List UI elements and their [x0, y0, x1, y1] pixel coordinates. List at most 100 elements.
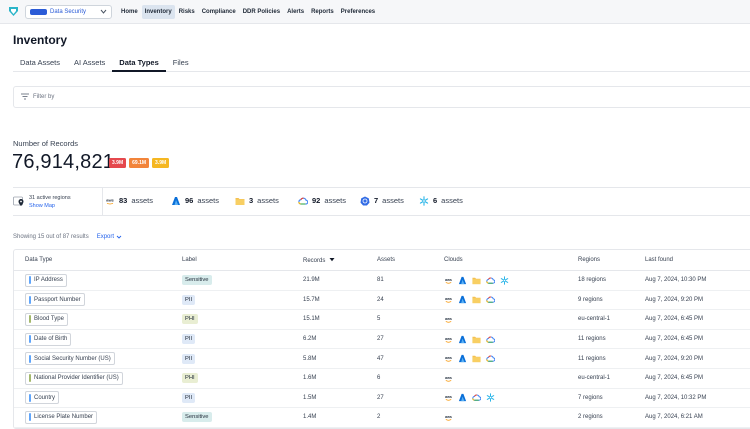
clouds-cell: aws — [444, 295, 495, 304]
table-row[interactable]: Country PII 1.5M 27 aws 7 regions Aug 7, 2024,… — [14, 389, 750, 409]
azure-icon — [171, 196, 181, 206]
data-type-cell: Social Security Number (US) — [25, 352, 115, 366]
label-cell: PII — [182, 334, 196, 345]
tab-ai-assets[interactable]: AI Assets — [67, 52, 112, 72]
nav-item-reports[interactable]: Reports — [308, 5, 337, 19]
records-value: 76,914,821 — [12, 151, 115, 173]
regions-cell: eu-central-1 — [578, 375, 611, 382]
filter-bar[interactable]: Filter by — [13, 86, 750, 108]
column-header-assets[interactable]: Assets — [377, 257, 395, 263]
clouds-cell: aws — [444, 315, 453, 324]
label-badge: Sensitive — [182, 412, 212, 423]
gcp-icon — [472, 393, 481, 402]
aws-icon: aws — [444, 413, 453, 422]
column-header-records[interactable]: Records — [303, 257, 335, 264]
azure-icon — [458, 295, 467, 304]
show-map-link[interactable]: Show Map — [29, 203, 71, 209]
label-cell: PII — [182, 392, 196, 403]
aws-icon: aws — [444, 335, 453, 344]
data-type-cell: Date of Birth — [25, 332, 72, 346]
stat-unit: assets — [131, 196, 154, 205]
label-cell: PHI — [182, 373, 198, 384]
map-pin-icon — [13, 195, 25, 209]
top-nav: Data Security Home Inventory Risks Complian… — [0, 0, 750, 24]
nav-item-home[interactable]: Home — [118, 5, 141, 19]
data-type-name: License Plate Number — [34, 414, 94, 421]
tab-data-types[interactable]: Data Types — [112, 52, 166, 72]
column-header-regions[interactable]: Regions — [578, 257, 600, 263]
data-type-chip[interactable]: Country — [25, 391, 60, 405]
tab-data-assets[interactable]: Data Assets — [13, 52, 67, 72]
stat-gcp: 92 assets — [298, 196, 346, 206]
regions-cell: 9 regions — [578, 296, 603, 303]
aws-icon: aws — [105, 196, 115, 206]
tab-files[interactable]: Files — [166, 52, 196, 72]
data-type-chip[interactable]: IP Address — [25, 273, 67, 287]
table-row[interactable]: Blood Type PHI 15.1M 5 aws eu-central-1 Aug 7,… — [14, 310, 750, 330]
data-type-color-bar — [29, 295, 31, 304]
label-badge: PII — [182, 392, 196, 403]
label-badge: PII — [182, 334, 196, 345]
azure-icon — [458, 354, 467, 363]
table-row[interactable]: License Plate Number Sensitive 1.4M 2 aws 2 r… — [14, 408, 750, 428]
nav-item-alerts[interactable]: Alerts — [284, 5, 307, 19]
data-type-chip[interactable]: National Provider Identifier (US) — [25, 371, 123, 385]
org-selector[interactable]: Data Security — [25, 4, 112, 19]
table-row[interactable]: Date of Birth PII 6.2M 27 aws 11 regions Aug 7… — [14, 330, 750, 350]
export-button[interactable]: Export — [97, 234, 122, 240]
svg-text:aws: aws — [445, 278, 452, 282]
table-row[interactable]: National Provider Identifier (US) PHI 1.6M… — [14, 369, 750, 389]
aws-icon: aws — [444, 295, 453, 304]
column-header-last-found[interactable]: Last found — [645, 257, 673, 263]
stat-unit: assets — [197, 196, 220, 205]
nav-item-inventory[interactable]: Inventory — [141, 4, 175, 19]
nav-item-preferences[interactable]: Preferences — [338, 5, 378, 19]
data-type-color-bar — [29, 276, 31, 285]
data-type-color-bar — [29, 374, 31, 383]
table-row[interactable]: Passport Number PII 15.7M 24 aws 9 regions Aug… — [14, 291, 750, 311]
org-logo-icon — [30, 8, 47, 15]
data-types-table: Data Type Label Records Assets Clouds Regions… — [13, 249, 750, 429]
assets-cell: 6 — [377, 375, 381, 382]
nav-menu: Home Inventory Risks Compliance DDR Policies… — [118, 4, 378, 19]
chevron-down-icon — [99, 8, 107, 16]
kubernetes-icon — [360, 196, 370, 206]
data-type-name: IP Address — [34, 277, 63, 284]
data-type-chip[interactable]: Passport Number — [25, 293, 85, 307]
label-badge: PHI — [182, 314, 198, 325]
data-type-chip[interactable]: License Plate Number — [25, 410, 98, 424]
label-badge: PII — [182, 294, 196, 305]
data-type-name: National Provider Identifier (US) — [34, 375, 119, 382]
data-type-chip[interactable]: Blood Type — [25, 312, 68, 326]
assets-cell: 27 — [377, 394, 384, 401]
assets-cell: 2 — [377, 414, 381, 421]
gcp-icon — [486, 335, 495, 344]
folder-icon — [472, 295, 481, 304]
clouds-cell: aws — [444, 413, 453, 422]
clouds-cell: aws — [444, 335, 495, 344]
data-type-cell: License Plate Number — [25, 410, 98, 424]
table-row[interactable]: IP Address Sensitive 21.9M 81 aws 18 regions A… — [14, 271, 750, 291]
stat-kubernetes: 7 assets — [360, 196, 404, 206]
gcp-icon — [298, 196, 308, 206]
column-header-clouds[interactable]: Clouds — [444, 257, 463, 263]
severity-badge: 3.9M — [109, 158, 127, 168]
column-header-label[interactable]: Label — [182, 257, 197, 263]
data-type-chip[interactable]: Social Security Number (US) — [25, 352, 115, 366]
last-found-cell: Aug 7, 2024, 6:45 PM — [645, 336, 704, 343]
stat-azure: 96 assets — [171, 196, 219, 206]
app-logo-icon[interactable] — [7, 5, 20, 18]
aws-icon: aws — [444, 276, 453, 285]
label-cell: Sensitive — [182, 275, 212, 286]
data-type-chip[interactable]: Date of Birth — [25, 332, 72, 346]
nav-item-ddr-policies[interactable]: DDR Policies — [240, 5, 283, 19]
nav-item-risks[interactable]: Risks — [176, 5, 198, 19]
table-row[interactable]: Social Security Number (US) PII 5.8M 47 aws 1… — [14, 349, 750, 369]
column-header-data-type[interactable]: Data Type — [25, 257, 52, 263]
export-label: Export — [96, 234, 115, 240]
stat-unit: assets — [324, 196, 347, 205]
aws-icon: aws — [444, 315, 453, 324]
data-type-name: Country — [34, 394, 56, 401]
stats-bar: 31 active regions Show Map aws 83 assets 96… — [13, 187, 750, 216]
nav-item-compliance[interactable]: Compliance — [199, 5, 239, 19]
